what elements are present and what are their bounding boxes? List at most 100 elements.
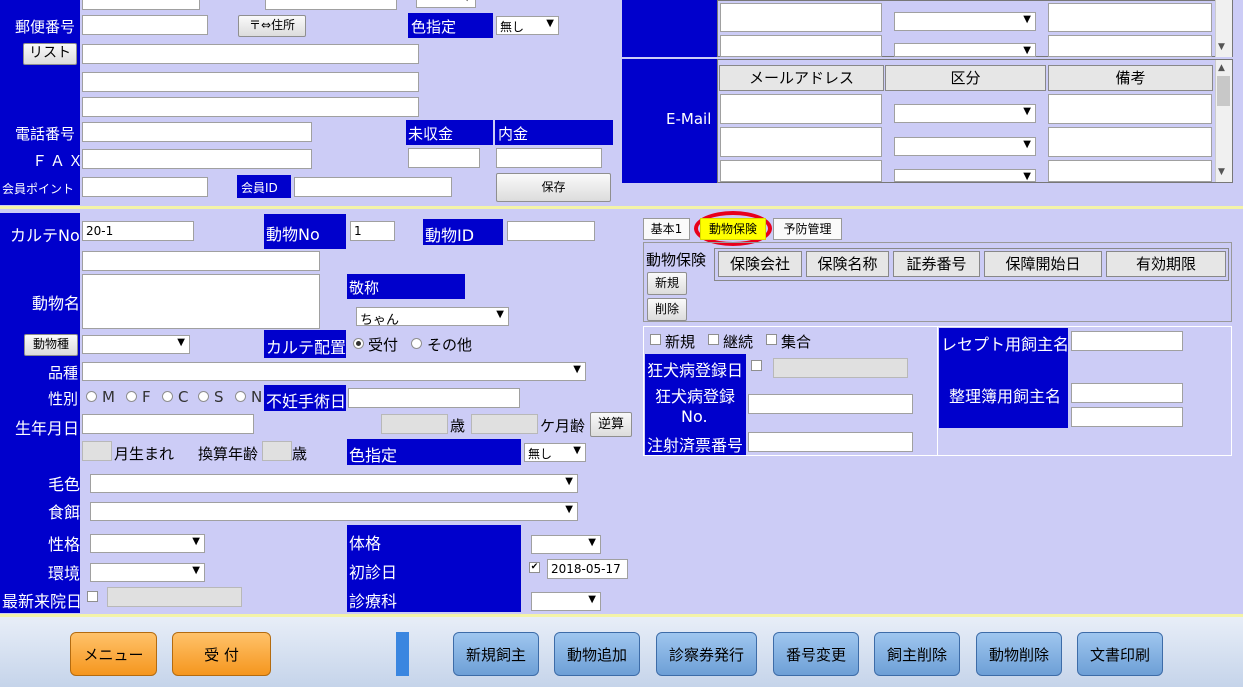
animal-name-input[interactable] [82, 274, 320, 329]
conv-age-unit: 歳 [292, 445, 308, 463]
sex-radio-s[interactable] [198, 391, 209, 402]
physique-label: 体格 [349, 534, 382, 553]
contact-cell-1a[interactable] [720, 3, 882, 32]
points-input[interactable] [82, 177, 208, 197]
environment-select[interactable]: ▼ [90, 563, 205, 582]
postal-input[interactable] [82, 15, 208, 35]
phone-input[interactable] [82, 122, 312, 142]
ledger-owner-input-1[interactable] [1071, 383, 1183, 403]
food-select[interactable]: ▼ [90, 502, 578, 521]
email-note-2[interactable] [1048, 127, 1212, 157]
tab-basic1[interactable]: 基本1 [643, 218, 690, 240]
print-document-button[interactable]: 文書印刷 [1077, 632, 1163, 676]
last-visit-input[interactable] [107, 587, 242, 607]
coat-color-select[interactable]: ▼ [90, 474, 578, 493]
department-select[interactable]: ▼ [531, 592, 601, 611]
environment-label: 環境 [48, 564, 81, 583]
sex-label-f: F [142, 388, 151, 406]
receipt-owner-input[interactable] [1071, 331, 1183, 351]
address-line-2[interactable] [82, 72, 419, 92]
karte-no-input[interactable]: 20-1 [82, 221, 194, 241]
age-years-input[interactable] [381, 414, 448, 434]
delete-animal-button[interactable]: 動物削除 [976, 632, 1062, 676]
contact-type-select-1[interactable]: ▼ [894, 12, 1036, 31]
reception-button[interactable]: 受 付 [172, 632, 271, 676]
breed-select[interactable]: ▼ [82, 362, 586, 381]
email-type-select-1[interactable]: ▼ [894, 104, 1036, 123]
insurance-new-button[interactable]: 新規 [647, 272, 687, 295]
sex-radio-n[interactable] [235, 391, 246, 402]
fax-input[interactable] [82, 149, 312, 169]
contact-scroll-down-icon[interactable]: ▼ [1218, 42, 1225, 52]
born-month-input[interactable] [82, 441, 112, 461]
address-top-field-1[interactable] [82, 0, 200, 10]
insurance-delete-button[interactable]: 削除 [647, 298, 687, 321]
email-scroll-up-icon[interactable]: ▲ [1218, 63, 1225, 73]
reverse-calc-button[interactable]: 逆算 [590, 412, 632, 437]
issue-card-button[interactable]: 診察券発行 [656, 632, 757, 676]
animal-color-select[interactable]: 無し ▼ [524, 443, 586, 462]
birthday-input[interactable] [82, 414, 254, 434]
owner-color-select[interactable]: 無し ▼ [496, 16, 559, 35]
email-address-2[interactable] [720, 127, 882, 157]
delete-owner-button[interactable]: 飼主削除 [874, 632, 960, 676]
menu-button[interactable]: メニュー [70, 632, 157, 676]
email-scroll-thumb[interactable] [1217, 76, 1230, 106]
sex-radio-c[interactable] [162, 391, 173, 402]
save-button[interactable]: 保存 [496, 173, 611, 202]
conv-age-input[interactable] [262, 441, 292, 461]
animal-id-input[interactable] [507, 221, 595, 241]
sex-label-c: C [178, 388, 189, 406]
postal-address-button[interactable]: 〒⇔住所 [238, 15, 306, 37]
rabies-reg-no-input[interactable] [748, 394, 913, 414]
sex-radio-m[interactable] [86, 391, 97, 402]
rabies-new-checkbox[interactable] [650, 334, 661, 345]
new-owner-button[interactable]: 新規飼主 [453, 632, 539, 676]
contact-type-select-2[interactable]: ▼ [894, 43, 1036, 57]
first-visit-checkbox[interactable]: ✔ [529, 562, 540, 573]
email-address-1[interactable] [720, 94, 882, 124]
animal-kana-input[interactable] [82, 251, 320, 271]
email-type-select-2[interactable]: ▼ [894, 137, 1036, 156]
title-select-top[interactable]: ▼ [416, 0, 476, 8]
age-months-input[interactable] [471, 414, 538, 434]
species-select[interactable]: ▼ [82, 335, 190, 354]
radio-other[interactable] [411, 338, 422, 349]
animal-no-input[interactable]: 1 [350, 221, 395, 241]
ledger-owner-input-2[interactable] [1071, 407, 1183, 427]
temperament-select[interactable]: ▼ [90, 534, 205, 553]
sex-radio-f[interactable] [126, 391, 137, 402]
contact-note-1[interactable] [1048, 3, 1212, 32]
insurance-header-company: 保険会社 [718, 251, 802, 277]
tab-prevention[interactable]: 予防管理 [773, 218, 842, 240]
address-line-3[interactable] [82, 97, 419, 117]
rabies-continue-checkbox[interactable] [708, 334, 719, 345]
email-type-select-3[interactable]: ▼ [894, 169, 1036, 182]
rabies-group-checkbox[interactable] [766, 334, 777, 345]
rabies-reg-date-checkbox[interactable] [751, 360, 762, 371]
tab-insurance[interactable]: 動物保険 [700, 218, 766, 240]
list-button[interactable]: リスト [23, 43, 77, 65]
physique-select[interactable]: ▼ [531, 535, 601, 554]
member-id-input[interactable] [294, 177, 452, 197]
email-address-3[interactable] [720, 160, 882, 182]
email-scroll-down-icon[interactable]: ▼ [1218, 167, 1225, 177]
address-line-1[interactable] [82, 44, 419, 64]
neuter-date-input[interactable] [348, 388, 520, 408]
injection-no-input[interactable] [748, 432, 913, 452]
contact-cell-2a[interactable] [720, 35, 882, 57]
honorific-select[interactable]: ちゃん ▼ [356, 307, 509, 326]
add-animal-button[interactable]: 動物追加 [554, 632, 640, 676]
contact-note-2[interactable] [1048, 35, 1212, 57]
deposit-input[interactable] [496, 148, 602, 168]
species-button[interactable]: 動物種 [24, 334, 78, 356]
last-visit-checkbox[interactable] [87, 591, 98, 602]
address-top-field-2[interactable] [265, 0, 397, 10]
rabies-reg-date-input[interactable] [773, 358, 908, 378]
email-note-1[interactable] [1048, 94, 1212, 124]
radio-reception[interactable] [353, 338, 364, 349]
first-visit-input[interactable]: 2018-05-17 [547, 559, 628, 579]
email-note-3[interactable] [1048, 160, 1212, 182]
change-number-button[interactable]: 番号変更 [773, 632, 859, 676]
unpaid-input[interactable] [408, 148, 480, 168]
